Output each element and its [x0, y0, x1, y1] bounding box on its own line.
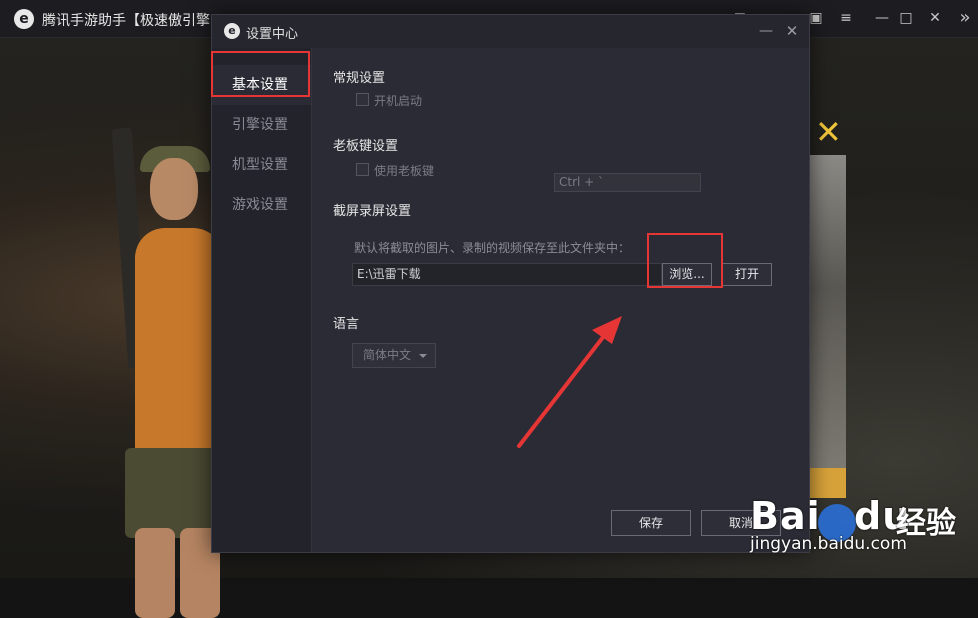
nav-game-settings[interactable]: 游戏设置 — [212, 185, 311, 225]
screenshot-path-description: 默认将截取的图片、录制的视频保存至此文件夹中： — [354, 241, 631, 255]
settings-dialog: e 设置中心 — ✕ 基本设置 引擎设置 机型设置 游戏设置 常规设置 开机启动… — [211, 14, 810, 553]
autostart-checkbox[interactable] — [356, 93, 369, 106]
cancel-button[interactable]: 取消 — [701, 510, 781, 536]
nav-engine-settings[interactable]: 引擎设置 — [212, 105, 311, 145]
open-folder-button[interactable]: 打开 — [722, 263, 772, 286]
boss-key-checkbox[interactable] — [356, 163, 369, 176]
banner-close-icon[interactable]: ✕ — [815, 116, 842, 148]
nav-device-model-settings[interactable]: 机型设置 — [212, 145, 311, 185]
dialog-minimize-icon[interactable]: — — [756, 20, 776, 42]
dialog-logo-icon: e — [224, 23, 240, 39]
settings-sidebar: 基本设置 引擎设置 机型设置 游戏设置 — [212, 48, 312, 552]
language-select[interactable]: 简体中文 — [352, 343, 436, 368]
minimize-icon[interactable]: — — [872, 8, 892, 28]
screenshot-section-title: 截屏录屏设置 — [333, 204, 412, 219]
boss-key-label: 使用老板键 — [374, 164, 435, 178]
language-selected-value: 简体中文 — [363, 348, 412, 362]
chevron-down-icon — [419, 354, 427, 358]
screenshot-path-field[interactable]: E:\迅雷下载 — [352, 263, 662, 286]
general-section-title: 常规设置 — [333, 71, 386, 86]
dialog-titlebar: e 设置中心 — ✕ — [212, 15, 809, 48]
settings-content: 常规设置 开机启动 老板键设置 使用老板键 Ctrl + ` 截屏录屏设置 默认… — [312, 48, 809, 552]
boss-key-section-title: 老板键设置 — [333, 139, 399, 154]
game-banner-image — [808, 155, 846, 485]
close-icon[interactable]: ✕ — [925, 8, 945, 28]
menu-icon[interactable]: ≡ — [836, 8, 856, 28]
save-button[interactable]: 保存 — [611, 510, 691, 536]
language-section-title: 语言 — [333, 317, 360, 332]
boss-key-hotkey-field[interactable]: Ctrl + ` — [554, 173, 701, 192]
nav-basic-settings[interactable]: 基本设置 — [212, 65, 311, 105]
main-window-title: 腾讯手游助手【极速傲引擎 — [42, 13, 210, 29]
browse-button[interactable]: 浏览... — [662, 263, 712, 286]
game-banner-strip — [806, 468, 846, 498]
dialog-title: 设置中心 — [246, 27, 299, 42]
maximize-icon[interactable]: □ — [896, 8, 916, 28]
expand-sidebar-icon[interactable]: » — [955, 8, 975, 28]
autostart-label: 开机启动 — [374, 94, 423, 108]
dialog-close-icon[interactable]: ✕ — [782, 20, 802, 42]
app-logo-icon: e — [14, 9, 34, 29]
